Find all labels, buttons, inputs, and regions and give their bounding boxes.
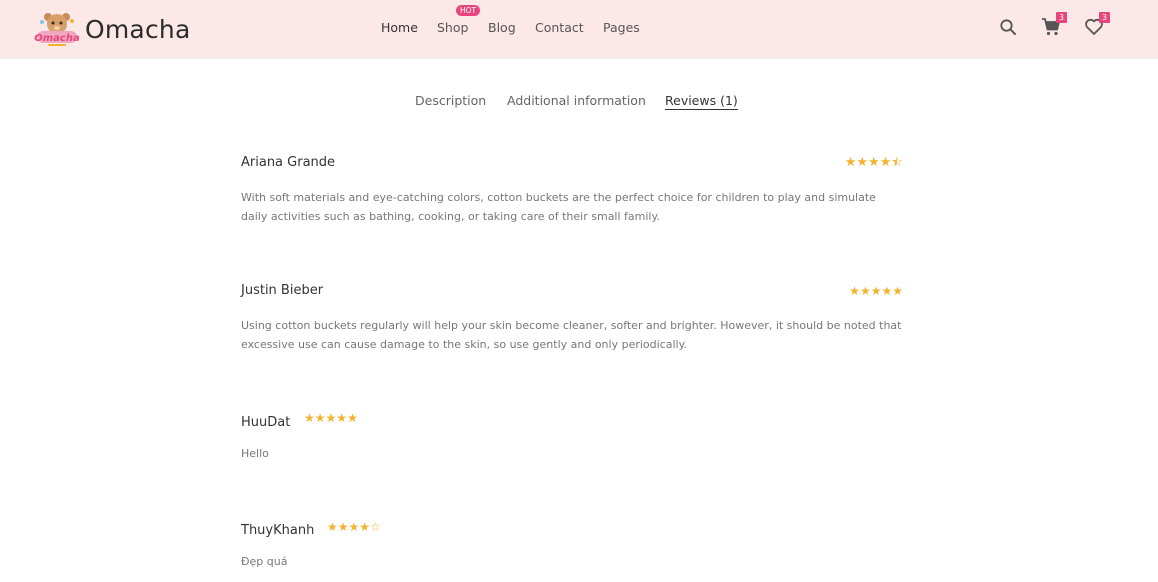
nav-pages[interactable]: Pages xyxy=(603,20,640,35)
nav-shop-label: Shop xyxy=(437,20,469,35)
hot-badge: HOT xyxy=(456,5,481,16)
reviewer-name: ThuyKhanh xyxy=(241,523,315,538)
search-icon xyxy=(1000,19,1016,35)
star-full-icon: ★ xyxy=(881,284,893,298)
review-item: HuuDat ★★★★★ Hello xyxy=(241,411,903,460)
nav-pages-label: Pages xyxy=(603,20,640,35)
star-full-icon: ★ xyxy=(870,284,882,298)
review-item: ThuyKhanh ★★★★☆ Đẹp quá xyxy=(241,519,903,568)
search-button[interactable] xyxy=(997,16,1019,38)
rating-stars: ★★★★☆ xyxy=(327,520,381,534)
svg-text:Omacha: Omacha xyxy=(34,33,80,44)
star-full-icon: ★ xyxy=(856,155,869,170)
review-text: Hello xyxy=(241,447,269,460)
review-text: With soft materials and eye-catching col… xyxy=(241,191,876,223)
star-full-icon: ★ xyxy=(844,155,857,170)
star-full-icon: ★ xyxy=(337,520,349,534)
star-full-icon: ★ xyxy=(314,411,326,425)
star-full-icon: ★ xyxy=(304,411,315,425)
main-nav: Home Shop HOT Blog Contact Pages xyxy=(381,5,640,35)
star-empty-icon: ☆ xyxy=(370,520,381,534)
wishlist-button[interactable]: 3 xyxy=(1083,12,1110,38)
review-text: Đẹp quá xyxy=(241,555,288,568)
cart-count-badge: 3 xyxy=(1056,12,1067,23)
product-tabs: Description Additional information Revie… xyxy=(0,93,1158,113)
nav-home[interactable]: Home xyxy=(381,20,418,35)
star-half-icon: ☆★ xyxy=(891,155,903,170)
tab-reviews[interactable]: Reviews (1) xyxy=(665,93,738,110)
cart-button[interactable]: 3 xyxy=(1040,12,1067,38)
tab-additional-information[interactable]: Additional information xyxy=(507,93,646,108)
star-full-icon: ★ xyxy=(849,284,860,298)
review-item: Ariana Grande ★★★★☆★ With soft materials… xyxy=(241,155,903,223)
review-item: Justin Bieber ★★★★★ Using cotton buckets… xyxy=(241,283,903,351)
nav-home-label: Home xyxy=(381,20,418,35)
star-full-icon: ★ xyxy=(868,155,880,170)
nav-contact[interactable]: Contact xyxy=(535,20,584,35)
nav-contact-label: Contact xyxy=(535,20,584,35)
nav-blog[interactable]: Blog xyxy=(488,20,516,35)
rating-stars: ★★★★★ xyxy=(849,284,903,298)
wishlist-count-badge: 3 xyxy=(1099,12,1110,23)
review-text: Using cotton buckets regularly will help… xyxy=(241,319,902,351)
star-full-icon: ★ xyxy=(859,284,871,298)
star-full-icon: ★ xyxy=(347,411,358,425)
star-full-icon: ★ xyxy=(336,411,348,425)
star-full-icon: ★ xyxy=(892,284,903,298)
star-full-icon: ★ xyxy=(879,155,892,170)
rating-stars: ★★★★☆★ xyxy=(845,156,903,170)
star-full-icon: ★ xyxy=(327,520,338,534)
reviewer-name: Ariana Grande xyxy=(241,155,336,170)
brand-logo[interactable]: Omacha Omacha xyxy=(34,10,190,48)
nav-blog-label: Blog xyxy=(488,20,516,35)
site-header: Omacha Omacha Home Shop HOT Blog Contact … xyxy=(0,0,1158,59)
brand-name: Omacha xyxy=(85,14,191,44)
logo-mascot-icon: Omacha xyxy=(34,10,80,48)
star-full-icon: ★ xyxy=(359,520,371,534)
reviewer-name: HuuDat xyxy=(241,415,291,430)
star-full-icon: ★ xyxy=(348,520,360,534)
tab-description[interactable]: Description xyxy=(415,93,486,108)
reviewer-name: Justin Bieber xyxy=(241,283,324,298)
star-full-icon: ★ xyxy=(325,411,337,425)
rating-stars: ★★★★★ xyxy=(304,411,358,425)
nav-shop[interactable]: Shop HOT xyxy=(437,5,481,35)
